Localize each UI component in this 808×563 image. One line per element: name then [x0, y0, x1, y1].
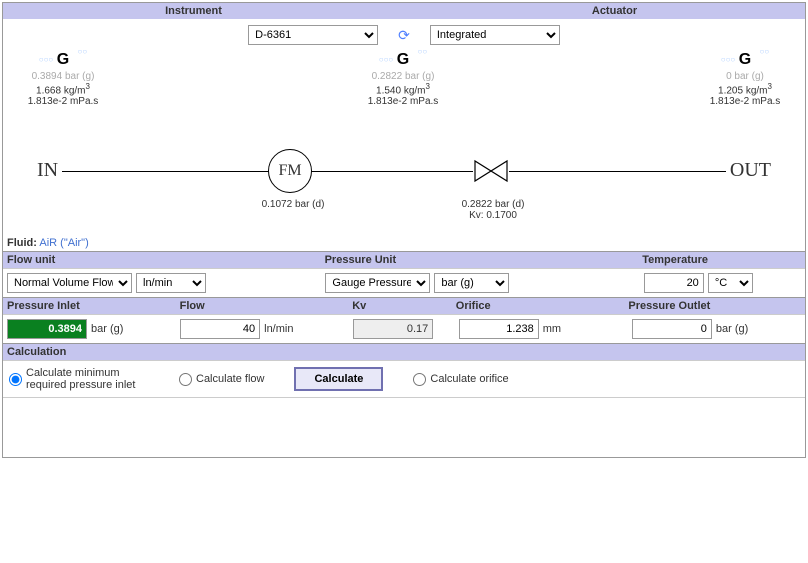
- actuator-header: Actuator: [424, 5, 805, 17]
- pressure-inlet-input[interactable]: [7, 319, 87, 339]
- flow-input[interactable]: [180, 319, 260, 339]
- gas-point-outlet: ○○○G○○ 0 bar (g) 1.205 kg/m3 1.813e-2 mP…: [690, 51, 800, 107]
- params-header: Pressure Inlet Flow Kv Orifice Pressure …: [3, 297, 805, 314]
- dropdown-row: D-6361 ⟳ Integrated: [3, 19, 805, 51]
- temperature-unit-select[interactable]: °C: [708, 273, 753, 293]
- refresh-icon[interactable]: ⟳: [398, 27, 410, 44]
- kv-input: [353, 319, 433, 339]
- valve-pressure-drop: 0.2822 bar (d) Kv: 0.1700: [448, 199, 538, 221]
- pressure-type-select[interactable]: Gauge Pressure: [325, 273, 430, 293]
- orifice-input[interactable]: [459, 319, 539, 339]
- pipe-line: [33, 171, 775, 172]
- top-header: Instrument Actuator: [3, 3, 805, 19]
- instrument-header: Instrument: [3, 5, 384, 17]
- calc-flow-radio[interactable]: [179, 373, 192, 386]
- calculation-row: Calculate minimum required pressure inle…: [3, 360, 805, 397]
- out-label: OUT: [726, 159, 775, 182]
- fluid-link[interactable]: AiR ("Air"): [39, 237, 88, 249]
- gas-icon: ○○○G○○: [739, 51, 751, 69]
- calculation-header: Calculation: [3, 343, 805, 360]
- actuator-select[interactable]: Integrated: [430, 25, 560, 45]
- fluid-label: Fluid: AiR ("Air"): [7, 237, 89, 249]
- temperature-input[interactable]: [644, 273, 704, 293]
- params-row: bar (g) ln/min mm bar (g): [3, 314, 805, 343]
- gas-point-inlet: ○○○G○○ 0.3894 bar (g) 1.668 kg/m3 1.813e…: [8, 51, 118, 107]
- valve-icon: [473, 159, 509, 183]
- calc-min-inlet-radio[interactable]: [9, 373, 22, 386]
- diagram-area: ○○○G○○ 0.3894 bar (g) 1.668 kg/m3 1.813e…: [3, 51, 805, 251]
- gas-point-mid: ○○○G○○ 0.2822 bar (g) 1.540 kg/m3 1.813e…: [348, 51, 458, 107]
- flow-unit-select[interactable]: ln/min: [136, 273, 206, 293]
- flowmeter-icon: FM: [268, 149, 312, 193]
- flow-type-select[interactable]: Normal Volume Flow: [7, 273, 132, 293]
- units-row: Normal Volume Flow ln/min Gauge Pressure…: [3, 268, 805, 297]
- results-area: [3, 397, 805, 457]
- gas-icon: ○○○G○○: [57, 51, 69, 69]
- gas-icon: ○○○G○○: [397, 51, 409, 69]
- calculate-button[interactable]: Calculate: [294, 367, 383, 391]
- pressure-outlet-input[interactable]: [632, 319, 712, 339]
- in-label: IN: [33, 159, 62, 182]
- fm-pressure-drop: 0.1072 bar (d): [243, 199, 343, 210]
- units-header: Flow unit Pressure Unit Temperature: [3, 251, 805, 268]
- pressure-unit-select[interactable]: bar (g): [434, 273, 509, 293]
- instrument-select[interactable]: D-6361: [248, 25, 378, 45]
- calc-orifice-radio[interactable]: [413, 373, 426, 386]
